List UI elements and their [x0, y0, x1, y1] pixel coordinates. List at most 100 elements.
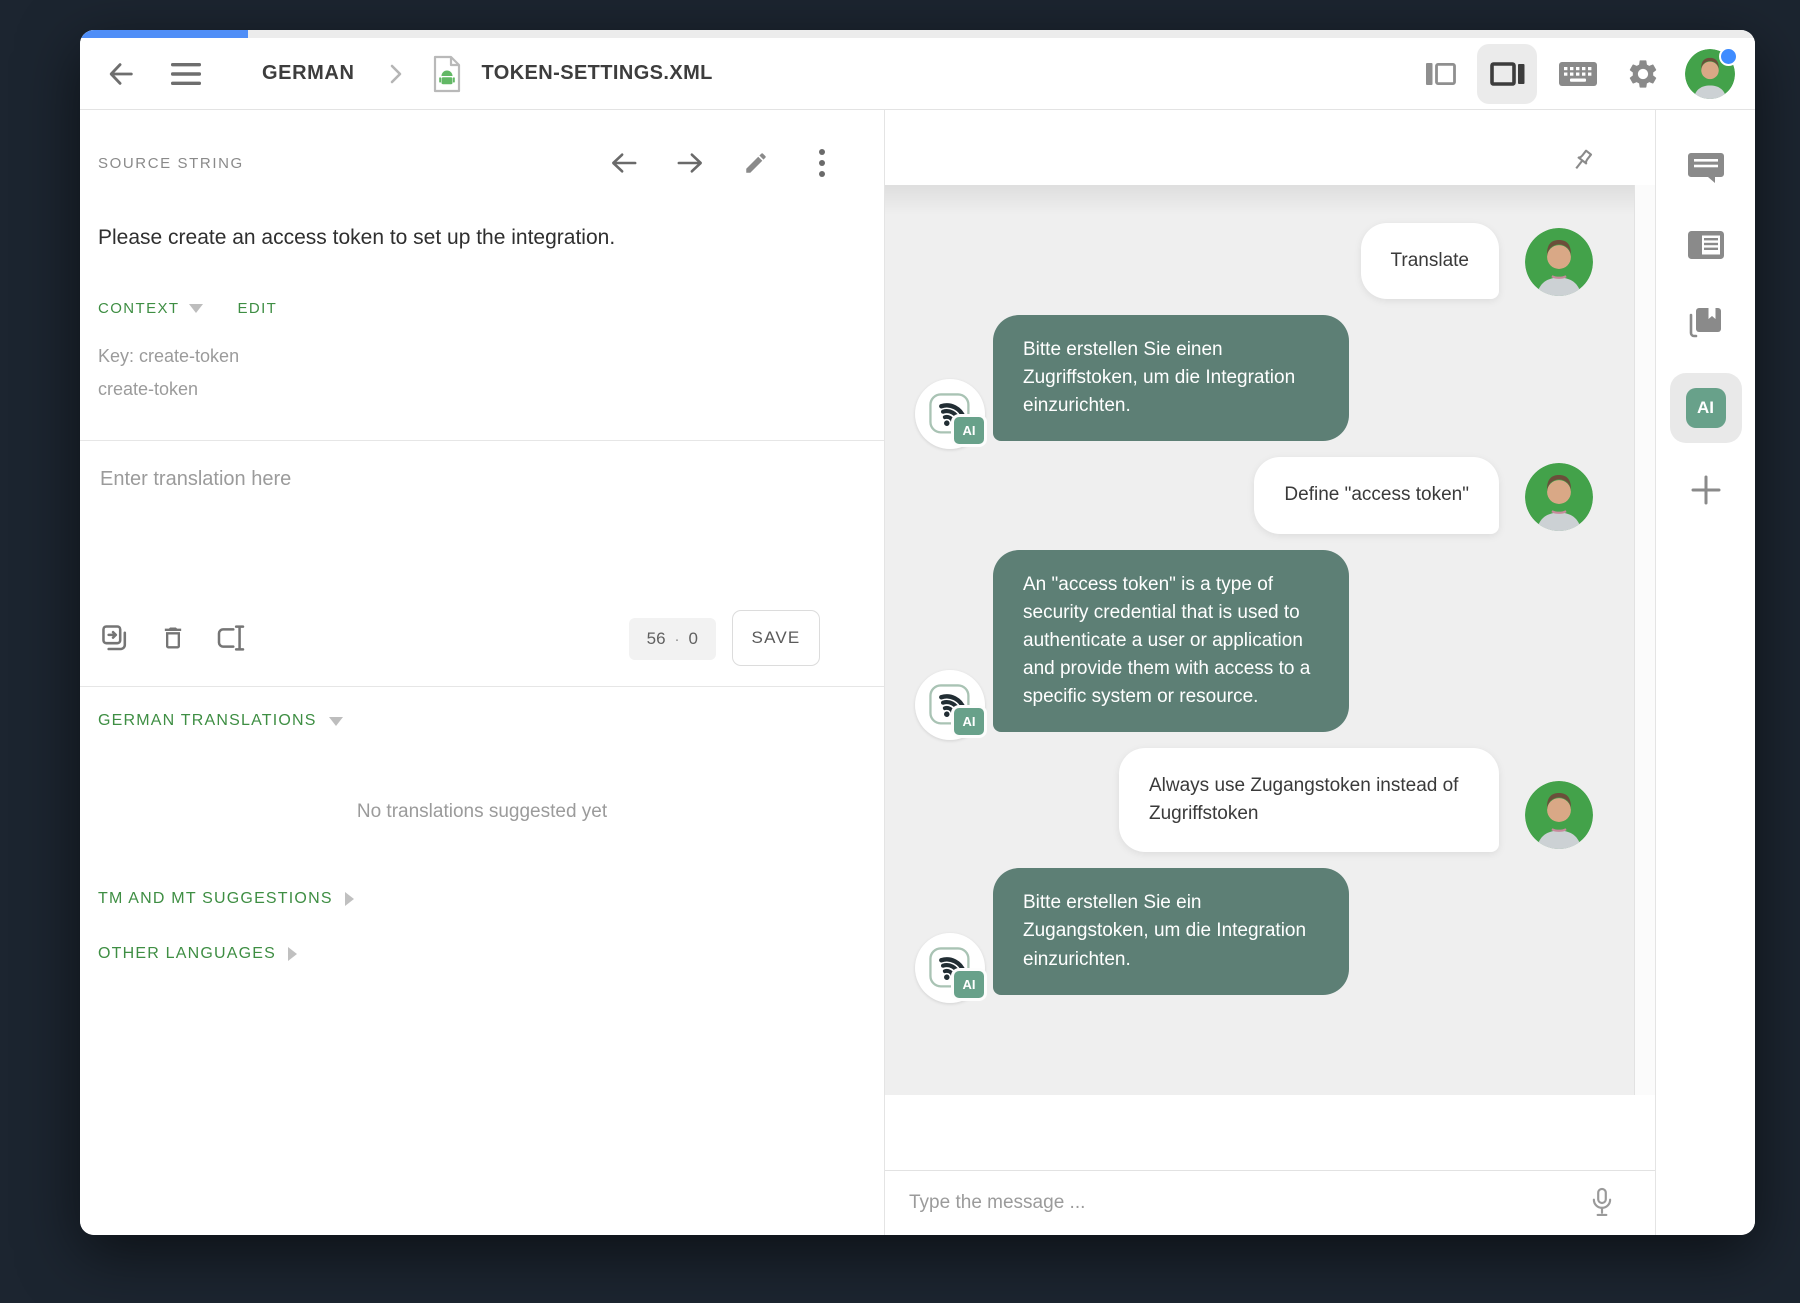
- user-photo-avatar: [1525, 463, 1593, 531]
- panel-right-icon: [1489, 59, 1525, 89]
- ai-message-bubble: Bitte erstellen Sie ein Zugangstoken, um…: [993, 868, 1349, 994]
- user-message-bubble: Translate: [1361, 223, 1500, 299]
- arrow-left-icon: [609, 150, 639, 176]
- ai-badge: AI: [951, 414, 987, 447]
- online-status-dot: [1719, 47, 1738, 66]
- context-row: CONTEXT EDIT: [98, 300, 277, 317]
- progress-fill: [80, 30, 248, 38]
- select-clear-icon: [215, 623, 247, 653]
- chat-message-user: Always use Zugangstoken instead of Zugri…: [915, 748, 1593, 852]
- context-info-tab[interactable]: [1678, 219, 1734, 271]
- counter-separator: ·: [675, 631, 680, 648]
- add-tool-button[interactable]: [1678, 464, 1734, 516]
- chat-scrollbar[interactable]: [1634, 185, 1655, 1095]
- avatar: [1525, 781, 1593, 849]
- section-german-translations[interactable]: GERMAN TRANSLATIONS: [98, 712, 343, 730]
- chat-message-ai: AI An "access token" is a type of securi…: [915, 550, 1593, 733]
- ai-assistant-tab-active[interactable]: AI: [1670, 373, 1742, 443]
- chevron-down-icon: [189, 304, 203, 313]
- string-navigation-toolbar: [608, 147, 838, 179]
- header-actions: [1421, 38, 1755, 109]
- ai-tab-icon: AI: [1686, 388, 1726, 428]
- divider: [80, 686, 884, 687]
- clear-selection-button[interactable]: [214, 621, 248, 655]
- kebab-menu-icon: [818, 148, 826, 178]
- ai-badge: AI: [951, 968, 987, 1001]
- left-panel-layout-button[interactable]: [1421, 54, 1461, 94]
- pushpin-icon: [1567, 146, 1597, 176]
- top-toolbar: GERMAN TOKEN-SETTINGS.XML: [80, 38, 1755, 110]
- account-avatar[interactable]: [1685, 49, 1735, 99]
- back-arrow-icon: [106, 59, 136, 89]
- comment-icon: [1687, 151, 1725, 185]
- file-progress-track: [80, 30, 1755, 38]
- avatar: [1525, 463, 1593, 531]
- context-key: Key: create-token: [98, 346, 239, 367]
- settings-button[interactable]: [1623, 54, 1663, 94]
- comments-tab[interactable]: [1678, 142, 1734, 194]
- main-area: SOURCE STRING: [80, 110, 1755, 1235]
- section-tm-mt-suggestions[interactable]: TM AND MT SUGGESTIONS: [98, 890, 354, 908]
- back-button[interactable]: [104, 57, 138, 91]
- keyboard-icon: [1558, 59, 1598, 89]
- trash-icon: [159, 624, 187, 652]
- file-type-icon: [431, 55, 463, 93]
- app-window: GERMAN TOKEN-SETTINGS.XML: [80, 30, 1755, 1235]
- avatar: AI: [915, 379, 983, 447]
- chat-message-user: Translate: [915, 223, 1593, 299]
- source-string-header: SOURCE STRING: [98, 143, 866, 183]
- translation-actions: 56 · 0 SAVE: [98, 608, 866, 668]
- next-string-button[interactable]: [674, 147, 706, 179]
- chevron-right-icon: [345, 892, 354, 906]
- section-label: TM AND MT SUGGESTIONS: [98, 890, 333, 908]
- ai-message-bubble: Bitte erstellen Sie einen Zugriffstoken,…: [993, 315, 1349, 441]
- menu-button[interactable]: [168, 57, 204, 91]
- chat-message-ai: AI Bitte erstellen Sie ein Zugangstoken,…: [915, 868, 1593, 994]
- article-card-icon: [1687, 230, 1725, 260]
- ai-assistant-avatar: AI: [915, 933, 985, 1003]
- breadcrumb-language[interactable]: GERMAN: [256, 61, 361, 86]
- breadcrumb-chevron-icon: [387, 63, 405, 85]
- glossary-book-icon: [1688, 306, 1724, 342]
- copy-source-button[interactable]: [98, 621, 132, 655]
- context-toggle[interactable]: CONTEXT: [98, 300, 203, 317]
- divider: [80, 440, 884, 441]
- context-edit-button[interactable]: EDIT: [237, 300, 277, 317]
- ai-chat-panel: Translate AI Bitte erstellen Sie einen Z…: [885, 110, 1655, 1235]
- context-label: CONTEXT: [98, 300, 179, 317]
- keyboard-shortcuts-button[interactable]: [1557, 54, 1599, 94]
- no-translations-message: No translations suggested yet: [80, 801, 884, 823]
- gear-icon: [1626, 57, 1660, 91]
- source-string-title: SOURCE STRING: [98, 155, 244, 172]
- chevron-right-icon: [288, 947, 297, 961]
- user-message-bubble: Always use Zugangstoken instead of Zugri…: [1119, 748, 1499, 852]
- section-label: OTHER LANGUAGES: [98, 945, 276, 963]
- arrow-right-icon: [675, 150, 705, 176]
- hamburger-icon: [169, 60, 203, 88]
- previous-string-button[interactable]: [608, 147, 640, 179]
- pin-button[interactable]: [1565, 144, 1599, 178]
- user-photo-avatar: [1525, 781, 1593, 849]
- translation-input[interactable]: [98, 466, 862, 615]
- microphone-icon: [1589, 1186, 1615, 1220]
- ai-message-bubble: An "access token" is a type of security …: [993, 550, 1349, 733]
- avatar: AI: [915, 670, 983, 738]
- plus-icon: [1689, 473, 1723, 507]
- chat-message-input[interactable]: [907, 1191, 1585, 1215]
- right-panel-layout-button-active[interactable]: [1477, 44, 1537, 104]
- section-other-languages[interactable]: OTHER LANGUAGES: [98, 945, 297, 963]
- chat-message-list: Translate AI Bitte erstellen Sie einen Z…: [885, 185, 1655, 1095]
- chat-input-bar: [885, 1170, 1655, 1235]
- chat-message-user: Define "access token": [915, 457, 1593, 533]
- glossary-tab[interactable]: [1678, 298, 1734, 350]
- user-photo-avatar: [1525, 228, 1593, 296]
- more-options-button[interactable]: [806, 147, 838, 179]
- delete-translation-button[interactable]: [156, 621, 190, 655]
- microphone-button[interactable]: [1585, 1183, 1619, 1223]
- breadcrumb-file-name[interactable]: TOKEN-SETTINGS.XML: [476, 61, 719, 86]
- panel-left-icon: [1424, 59, 1458, 89]
- save-button[interactable]: SAVE: [732, 610, 820, 666]
- chat-header: [885, 110, 1655, 185]
- edit-source-button[interactable]: [740, 147, 772, 179]
- chat-message-ai: AI Bitte erstellen Sie einen Zugriffstok…: [915, 315, 1593, 441]
